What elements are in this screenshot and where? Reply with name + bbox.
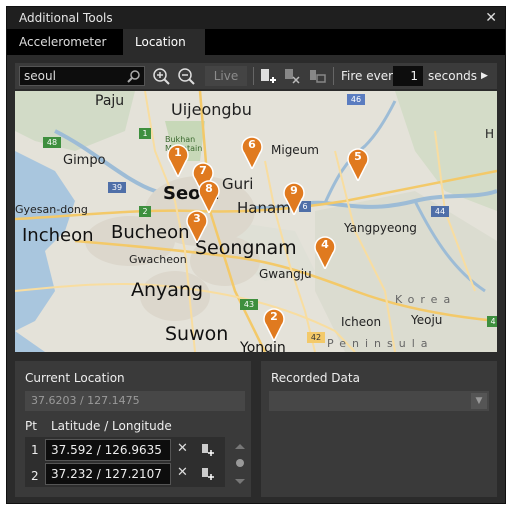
pt-header: Pt <box>25 419 37 433</box>
recorded-data-panel: Recorded Data ▼ <box>261 361 497 497</box>
insert-point-icon[interactable] <box>201 443 215 457</box>
map-pushpin[interactable]: 1 <box>166 143 190 179</box>
road-shield: 42 <box>307 332 325 343</box>
location-toolbar: Live Fire every 1 seconds ▶ <box>15 63 497 89</box>
current-location-value: 37.6203 / 127.1475 <box>25 391 245 411</box>
current-location-panel: Current Location 37.6203 / 127.1475 Pt L… <box>15 361 251 497</box>
road-shield: 1 <box>139 128 151 139</box>
current-location-title: Current Location <box>25 371 125 385</box>
scroll-thumb <box>236 459 244 467</box>
place-label: Migeum <box>271 143 319 157</box>
place-label: Seongnam <box>195 237 297 259</box>
row-number: 2 <box>31 469 39 483</box>
road-shield: 2 <box>139 206 151 217</box>
road-shield: 39 <box>108 182 126 193</box>
zoom-in-icon[interactable] <box>152 67 170 85</box>
fire-every-label: Fire every <box>341 69 401 83</box>
map-pushpin[interactable]: 3 <box>185 209 209 245</box>
fire-interval-input[interactable]: 1 <box>393 66 423 86</box>
toolbar-divider <box>253 67 254 85</box>
clear-pins-icon[interactable] <box>283 67 301 85</box>
toolbar-divider <box>333 67 334 85</box>
place-label: Guri <box>222 175 254 193</box>
place-label: Uijeongbu <box>171 100 252 119</box>
road-shield: 44 <box>431 206 449 217</box>
place-label: Gyesan-dong <box>15 203 88 216</box>
map-pushpin[interactable]: 9 <box>282 181 306 217</box>
place-label: Yeoju <box>411 313 443 327</box>
road-shield: 4 <box>487 316 497 327</box>
add-pushpin-icon[interactable] <box>259 67 277 85</box>
search-box <box>19 66 145 86</box>
map-pushpin[interactable]: 8 <box>197 179 221 215</box>
map-pushpin[interactable]: 6 <box>240 135 264 171</box>
map-pushpin[interactable]: 2 <box>262 307 286 343</box>
remove-point-icon[interactable]: ✕ <box>177 465 188 480</box>
latlong-field[interactable]: 37.232 / 127.2107 <box>45 463 171 485</box>
map-pushpin[interactable]: 5 <box>346 147 370 183</box>
row-scroller[interactable] <box>233 441 247 487</box>
search-input[interactable] <box>24 68 120 84</box>
scroll-up-icon <box>235 444 245 449</box>
insert-point-icon[interactable] <box>201 467 215 481</box>
chevron-down-icon[interactable]: ▼ <box>471 393 487 409</box>
place-label: Gimpo <box>63 153 106 168</box>
title-bar: Additional Tools ✕ <box>7 7 505 29</box>
latlong-field[interactable]: 37.592 / 126.9635 <box>45 439 171 461</box>
place-label: Suwon <box>165 323 229 345</box>
additional-tools-window: Additional Tools ✕ Accelerometer Locatio… <box>6 6 506 504</box>
recorded-data-dropdown[interactable]: ▼ <box>269 391 489 411</box>
map-pushpin[interactable]: 4 <box>313 235 337 271</box>
place-label: Korea <box>395 293 457 306</box>
road-shield: 48 <box>43 137 61 148</box>
place-label: Gwangju <box>259 267 312 281</box>
map-view[interactable]: 46 1 48 39 2 6 44 43 42 4 Paju Uijeongbu… <box>15 91 497 352</box>
search-icon[interactable] <box>127 69 141 83</box>
place-label: Icheon <box>341 315 382 329</box>
remove-point-icon[interactable]: ✕ <box>177 441 188 456</box>
zoom-out-icon[interactable] <box>177 67 195 85</box>
road-shield: 43 <box>240 299 258 310</box>
tab-accelerometer[interactable]: Accelerometer <box>7 29 118 55</box>
place-label: Yongin <box>240 340 286 352</box>
window-title: Additional Tools <box>19 11 113 25</box>
place-label: Gwacheon <box>129 253 187 266</box>
seconds-label: seconds <box>428 69 478 83</box>
recorded-data-title: Recorded Data <box>271 371 360 385</box>
tab-strip: Accelerometer Location <box>7 29 505 55</box>
row-number: 1 <box>31 443 39 457</box>
scroll-down-icon <box>235 479 245 484</box>
close-icon[interactable]: ✕ <box>485 7 497 29</box>
point-row: 1 37.592 / 126.9635 ✕ 2 37.232 / 127.210… <box>25 437 225 487</box>
play-icon[interactable]: ▶ <box>481 63 488 89</box>
live-button[interactable]: Live <box>205 66 247 86</box>
latlong-header: Latitude / Longitude <box>51 419 172 433</box>
place-label: Anyang <box>131 279 204 301</box>
tab-location[interactable]: Location <box>123 29 205 55</box>
place-label: Bucheon <box>111 222 190 243</box>
clear-map-icon[interactable] <box>308 67 326 85</box>
road-shield: 46 <box>347 94 365 105</box>
place-label: H <box>485 127 495 141</box>
place-label: Yangpyeong <box>344 221 417 235</box>
place-label: Peninsula <box>327 337 434 350</box>
place-label: Paju <box>95 93 125 109</box>
place-label: Incheon <box>22 225 94 246</box>
